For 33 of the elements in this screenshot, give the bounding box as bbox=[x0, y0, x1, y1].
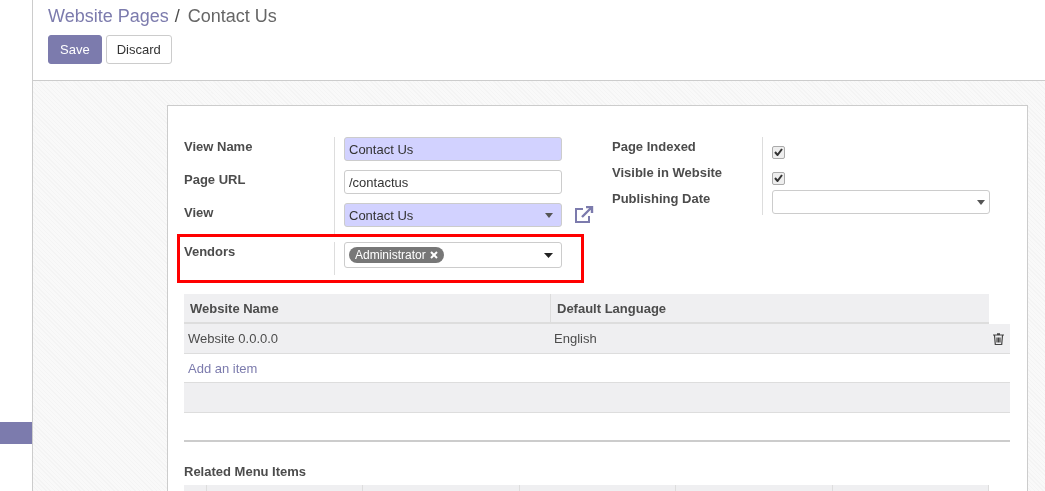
caret-icon bbox=[977, 199, 985, 205]
field-label: Page URL bbox=[184, 170, 335, 203]
checkbox[interactable] bbox=[772, 171, 785, 185]
field-label: Publishing Date bbox=[612, 189, 763, 215]
select-field[interactable]: Contact Us bbox=[344, 203, 562, 227]
field-label: Page Indexed bbox=[612, 137, 763, 163]
external-link-icon[interactable] bbox=[574, 206, 594, 224]
breadcrumb-link[interactable]: Website Pages bbox=[48, 6, 169, 27]
text-field[interactable]: Contact Us bbox=[344, 137, 562, 161]
date-field[interactable] bbox=[772, 190, 990, 214]
trash-icon[interactable] bbox=[993, 333, 1004, 345]
column-header[interactable]: Website Name bbox=[184, 294, 551, 322]
remove-icon[interactable] bbox=[429, 251, 438, 259]
checkbox[interactable] bbox=[772, 145, 785, 159]
caret-icon bbox=[544, 252, 553, 258]
save-button[interactable]: Save bbox=[48, 35, 102, 64]
field-label: Visible in Website bbox=[612, 163, 763, 189]
text-field[interactable]: /contactus bbox=[344, 170, 562, 194]
field-label: Vendors bbox=[184, 242, 335, 275]
add-item-link[interactable]: Add an item bbox=[188, 360, 258, 376]
table-cell-text: Website 0.0.0.0 bbox=[187, 331, 280, 346]
breadcrumb-separator: / bbox=[174, 6, 180, 27]
section-title: Related Menu Items bbox=[184, 464, 308, 479]
tags-field[interactable]: Administrator bbox=[344, 242, 562, 268]
field-label: View Name bbox=[184, 137, 335, 170]
table-cell-text: English bbox=[553, 331, 597, 346]
discard-button[interactable]: Discard bbox=[105, 35, 172, 64]
field-label: View bbox=[184, 203, 335, 236]
tag-badge: Administrator bbox=[349, 247, 444, 263]
sidebar-marker bbox=[0, 422, 32, 444]
breadcrumb-current: Contact Us bbox=[187, 6, 277, 27]
column-header[interactable]: Default Language bbox=[551, 294, 667, 322]
caret-icon bbox=[545, 212, 553, 218]
